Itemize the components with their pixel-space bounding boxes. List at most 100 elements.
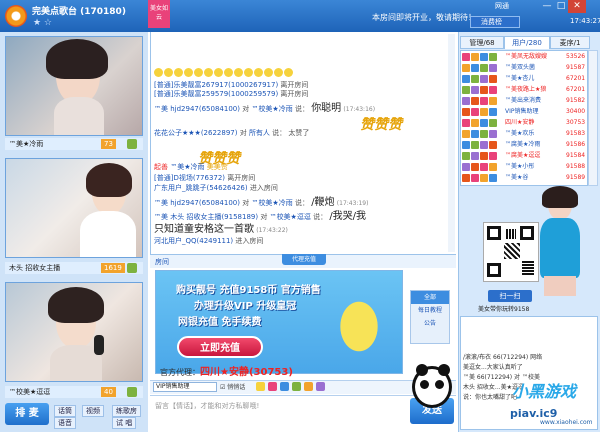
gift-icon[interactable] <box>127 139 137 149</box>
watermark-text: 小黑游戏 <box>512 382 577 401</box>
badge-icon <box>462 151 470 160</box>
tab-admins[interactable]: 管理/68 <box>460 36 504 49</box>
user-list-item[interactable]: VIP销售助理 30400 <box>462 106 587 117</box>
badge-icon <box>462 162 470 171</box>
network-selector[interactable]: 网通 <box>495 1 509 11</box>
badge-icon <box>489 107 497 116</box>
chat-scrollbar[interactable] <box>448 34 455 252</box>
user-id: 91584 <box>566 152 586 159</box>
scan-button[interactable]: 扫一扫 <box>488 290 532 302</box>
mic-button[interactable]: 话筒 <box>54 405 76 417</box>
recharge-now-button[interactable]: 立即充值 <box>177 336 263 358</box>
user-name: ™美★谷 <box>505 174 529 181</box>
like-effect: 赞赞赞 <box>360 117 402 133</box>
voice-button[interactable]: 语音 <box>54 417 76 429</box>
user-name: ™美★杏儿 <box>505 75 535 82</box>
tab-users[interactable]: 用户/280 <box>504 36 550 49</box>
user-name: 四川★安静 <box>505 119 535 126</box>
practice-room-button[interactable]: 练歌房 <box>112 405 141 417</box>
badge-icon <box>489 118 497 127</box>
chat-target-select[interactable]: VIP销售助理 <box>153 382 217 392</box>
video-label-1: ™美★冷雨 73 <box>5 138 143 150</box>
font-icon[interactable] <box>280 382 289 391</box>
gift-icon[interactable] <box>268 382 277 391</box>
image-icon[interactable] <box>292 382 301 391</box>
badge-icon <box>471 96 479 105</box>
user-list-item[interactable]: ™美★谷 91589 <box>462 172 587 183</box>
user-name: ™美凤无敌嫂嫂 <box>505 53 548 60</box>
user-list-item[interactable]: ™腐美★冷雨 91586 <box>462 139 587 150</box>
badge-icon <box>471 140 479 149</box>
window-controls: — □ ✕ <box>540 0 600 14</box>
gift-icon[interactable] <box>127 263 137 273</box>
badge-icon <box>480 96 488 105</box>
badge-icon <box>489 140 497 149</box>
badge-icon <box>480 52 488 61</box>
badge-icon <box>480 140 488 149</box>
watermark-sub: www.xiaohei.com <box>540 419 593 426</box>
user-id: 67201 <box>566 86 586 93</box>
gift-icon[interactable] <box>127 387 137 397</box>
whisper-checkbox[interactable]: ☑ 悄悄话 <box>220 382 245 391</box>
ad-side-tutorial[interactable]: 每日教程 <box>411 304 449 317</box>
favorite-star-icon[interactable]: ★ ☆ <box>33 18 52 28</box>
user-id: 91582 <box>566 97 586 104</box>
user-list[interactable]: ™美凤无敌嫂嫂 53526 ™美双头菌 91587 ™美★杏儿 67201 ™美夜路上★狼 6… <box>460 50 588 186</box>
badge-icon <box>471 52 479 61</box>
consume-rank-button[interactable]: 消费榜 <box>470 16 520 28</box>
user-name: ™美双头菌 <box>505 64 536 71</box>
music-icon[interactable] <box>316 382 325 391</box>
ad-line: 网银充值 免手续费 <box>178 317 262 328</box>
ad-side-all[interactable]: 全部 <box>411 291 449 304</box>
private-line: /滚滚/布衣 66(712294) 网络 <box>463 354 543 361</box>
user-list-item[interactable]: ™美★杏儿 67201 <box>462 73 587 84</box>
video-stream-2[interactable] <box>5 158 143 258</box>
user-list-item[interactable]: ™美凤无敌嫂嫂 53526 <box>462 51 587 62</box>
agent-recharge-tab[interactable]: 代理充值 <box>282 254 326 265</box>
room-tab[interactable]: 房间 <box>155 257 169 267</box>
badge-icon <box>462 63 470 72</box>
minimize-button[interactable]: — <box>540 0 554 13</box>
user-id: 30400 <box>566 108 586 115</box>
flower-icon[interactable] <box>304 382 313 391</box>
maximize-button[interactable]: □ <box>554 0 568 13</box>
ad-line: 购买靓号 充值9158币 官方销售 <box>176 285 321 296</box>
video-stream-3[interactable] <box>5 282 143 382</box>
video-stream-1[interactable] <box>5 36 143 136</box>
user-id: 91583 <box>566 130 586 137</box>
badge-icon <box>480 63 488 72</box>
tab-mic-queue[interactable]: 麦序/1 <box>550 36 590 49</box>
viewer-count: 73 <box>101 139 116 149</box>
queue-mic-button[interactable]: 排 麦 <box>5 403 49 425</box>
close-button[interactable]: ✕ <box>568 0 586 13</box>
badge-icon <box>462 140 470 149</box>
user-list-item[interactable]: ™美夜路上★狼 67201 <box>462 84 587 95</box>
user-id: 53526 <box>566 53 586 60</box>
chat-line: 广东用户_跳跳子(54626426) 进入房间 <box>154 184 278 192</box>
viewer-count: 1619 <box>101 263 125 273</box>
badge-icon <box>471 118 479 127</box>
user-list-item[interactable]: 四川★安静 30753 <box>462 117 587 128</box>
user-name: ™腐美★冷雨 <box>505 141 541 148</box>
badge-icon <box>471 107 479 116</box>
badge-icon <box>462 173 470 182</box>
emoji-icon[interactable] <box>256 382 265 391</box>
user-list-item[interactable]: ™美★小彤 91588 <box>462 161 587 172</box>
video-button[interactable]: 视频 <box>82 405 104 417</box>
badge-icon <box>480 85 488 94</box>
badge-icon <box>462 74 470 83</box>
user-list-item[interactable]: ™腐美★逗逗 91584 <box>462 150 587 161</box>
test-sing-button[interactable]: 试 唱 <box>112 417 137 429</box>
user-list-item[interactable]: ™美★欢乐 91583 <box>462 128 587 139</box>
chat-line: ™美 hjd2947(65084100) 对 ™校美★冷雨 说： /鞭炮 (17… <box>154 197 369 208</box>
user-id: 91586 <box>566 141 586 148</box>
user-name: ™腐美★逗逗 <box>505 152 541 159</box>
chat-line: 起善 ™美★冷雨 美美赞 <box>154 163 228 171</box>
ad-side-notice[interactable]: 公告 <box>411 317 449 330</box>
user-list-item[interactable]: ™美双头菌 91587 <box>462 62 587 73</box>
chat-line: [普通]乐美靓富259579(1000259579) 离开房间 <box>154 90 309 98</box>
user-list-item[interactable]: ™美出来消费 91582 <box>462 95 587 106</box>
badge-icon <box>471 151 479 160</box>
chat-line: ™美 hjd2947(65084100) 对 ™校美★冷雨 说： 你聪明 (17… <box>154 103 376 114</box>
user-list-scrollbar[interactable] <box>588 50 598 186</box>
